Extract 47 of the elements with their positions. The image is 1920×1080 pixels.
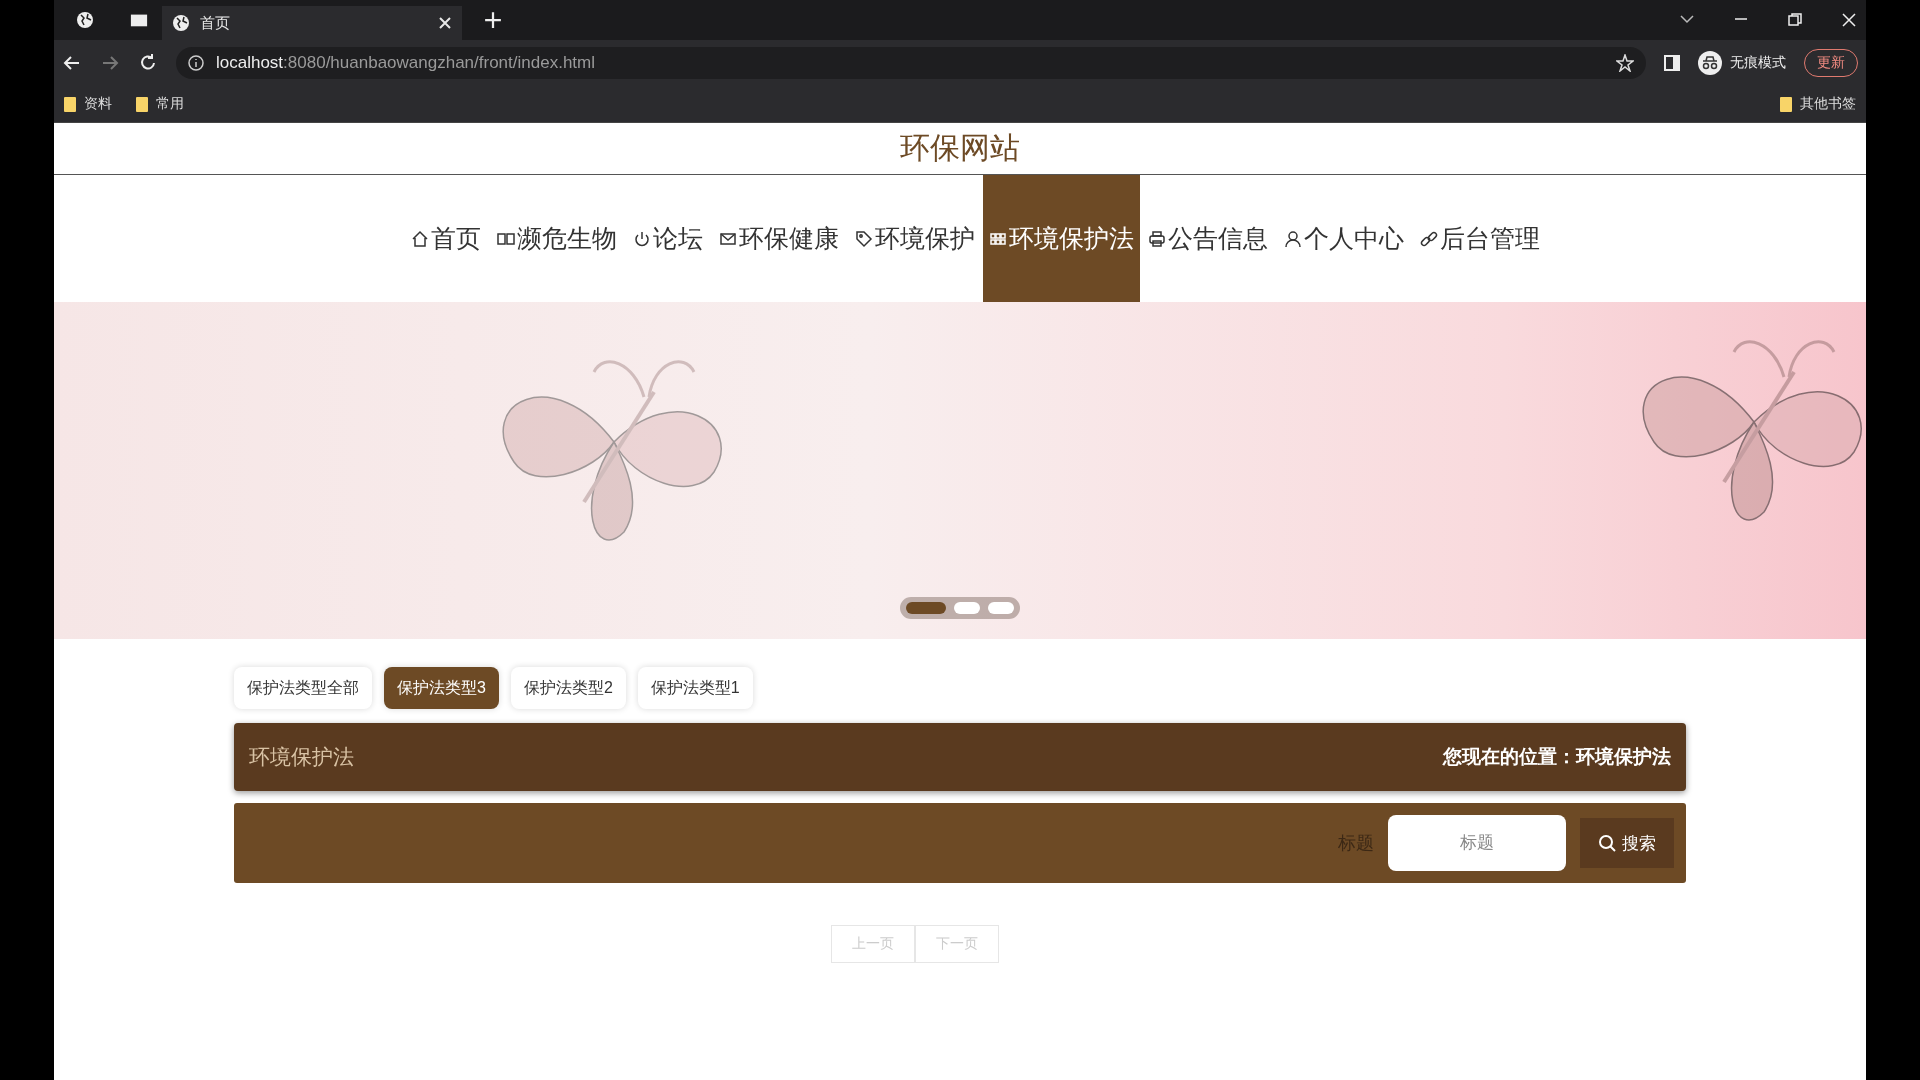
category-tab[interactable]: 保护法类型1 [637,667,753,709]
chevron-down-icon[interactable] [1680,13,1694,25]
bookmark-link[interactable]: 常用 [156,95,184,113]
tag-icon [854,229,873,248]
folder-icon [136,96,148,112]
url-text: localhost:8080/huanbaowangzhan/front/index.html [216,53,595,73]
bookmark-link[interactable]: 资料 [84,95,112,113]
nav-item[interactable]: 个人中心 [1275,175,1412,302]
globe-icon [172,14,190,32]
close-icon[interactable] [1842,13,1856,27]
breadcrumb-text: 您现在的位置：环境保护法 [1443,745,1671,769]
nav-item[interactable]: 环境保护法 [982,175,1140,302]
search-icon [1598,834,1616,852]
nav-item[interactable]: 论坛 [624,175,711,302]
tab-title: 首页 [200,13,230,33]
power-icon [632,229,651,248]
search-button[interactable]: 搜索 [1580,818,1674,868]
nav-item[interactable]: 公告信息 [1139,175,1276,302]
close-icon[interactable] [438,16,452,30]
printer-icon [1147,229,1166,248]
site-title: 环保网站 [54,123,1866,175]
nav-item[interactable]: 环境保护 [846,175,983,302]
bookmark-link[interactable]: 其他书签 [1800,95,1856,113]
star-icon[interactable] [1616,54,1634,72]
plus-icon[interactable] [484,11,502,29]
incognito-icon[interactable] [1698,51,1722,75]
search-field[interactable]: 标题 [1388,815,1566,871]
home-icon [410,229,429,248]
category-tab[interactable]: 保护法类型2 [510,667,626,709]
category-tab[interactable]: 保护法类型3 [384,667,499,709]
incognito-label: 无痕模式 [1730,54,1786,72]
info-icon [188,55,204,71]
globe-icon[interactable] [76,11,94,29]
restore-icon[interactable] [1788,13,1802,27]
nav-item[interactable]: 濒危生物 [488,175,625,302]
person-icon [1283,229,1302,248]
category-tab[interactable]: 保护法类型全部 [234,667,372,709]
section-title: 环境保护法 [249,744,354,770]
nav-item[interactable]: 首页 [402,175,489,302]
browser-tab[interactable]: 首页 [162,6,462,40]
sidebar-icon[interactable] [1664,55,1680,71]
folder-icon [1780,96,1792,112]
nav-item[interactable]: 后台管理 [1411,175,1548,302]
address-bar[interactable]: localhost:8080/huanbaowangzhan/front/index.html [176,47,1646,79]
nav-item[interactable]: 环保健康 [710,175,847,302]
folder-icon [64,96,76,112]
link-icon [1419,229,1438,248]
